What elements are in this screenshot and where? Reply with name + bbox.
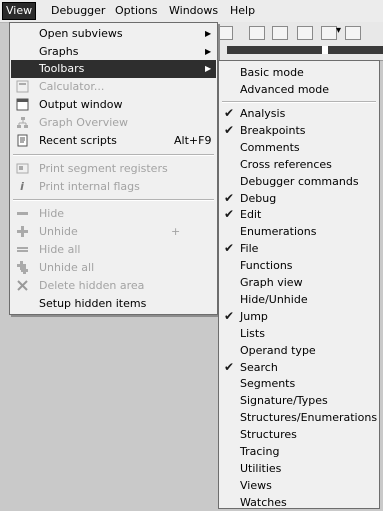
- toolbar-icon[interactable]: [345, 26, 361, 40]
- toolbar-icon[interactable]: [217, 26, 233, 40]
- menu-item-toolbar[interactable]: ✔ Search: [220, 359, 378, 376]
- toolbar-dark-band: [227, 46, 383, 54]
- menu-item-toolbar[interactable]: Functions: [220, 257, 378, 274]
- toolbar-strip: ▾: [215, 22, 383, 61]
- menu-item-toolbar[interactable]: Views: [220, 477, 378, 494]
- checkmark-icon: ✔: [224, 359, 235, 374]
- menu-item-toolbar[interactable]: Signature/Types: [220, 392, 378, 409]
- menu-item-unhide-all[interactable]: Unhide all: [11, 259, 216, 277]
- menu-item-delete-hidden-area[interactable]: Delete hidden area: [11, 277, 216, 295]
- menu-item-basic-mode[interactable]: Basic mode: [220, 64, 378, 81]
- menu-item-graphs[interactable]: Graphs ▶: [11, 43, 216, 61]
- menu-item-toolbar[interactable]: Debugger commands: [220, 173, 378, 190]
- menu-item-toolbar[interactable]: Structures/Enumerations: [220, 409, 378, 426]
- toolbar-icon[interactable]: [249, 26, 265, 40]
- chevron-down-icon[interactable]: ▾: [336, 25, 341, 36]
- view-menu: Open subviews ▶ Graphs ▶ Toolbars ▶ Calc…: [9, 22, 218, 315]
- checkmark-icon: ✔: [224, 122, 235, 137]
- menu-separator: [13, 199, 214, 201]
- graph-overview-icon: [15, 116, 29, 130]
- menu-item-print-internal-flags[interactable]: i Print internal flags: [11, 178, 216, 196]
- menu-separator: [222, 101, 376, 103]
- recent-scripts-icon: [15, 134, 29, 148]
- menu-item-toolbar[interactable]: ✔ Analysis: [220, 105, 378, 122]
- menu-options[interactable]: Options: [112, 3, 160, 19]
- menu-item-toolbar[interactable]: ✔ Breakpoints: [220, 122, 378, 139]
- menu-item-toolbar[interactable]: Structures: [220, 426, 378, 443]
- menu-item-hide-all[interactable]: Hide all: [11, 241, 216, 259]
- menu-item-toolbars[interactable]: Toolbars ▶: [11, 60, 216, 78]
- toolbars-submenu: Basic mode Advanced mode ✔ Analysis ✔ Break…: [218, 60, 380, 509]
- checkmark-icon: ✔: [224, 308, 235, 323]
- menu-item-toolbar[interactable]: Graph view: [220, 274, 378, 291]
- menu-item-hide[interactable]: Hide: [11, 205, 216, 223]
- menu-debugger[interactable]: Debugger: [48, 3, 108, 19]
- unhide-all-icon: [15, 261, 29, 275]
- menu-item-toolbar[interactable]: Comments: [220, 139, 378, 156]
- print-segment-registers-icon: [15, 162, 29, 176]
- submenu-arrow-icon: ▶: [205, 47, 212, 56]
- toolbar-icon[interactable]: [321, 26, 337, 40]
- hide-icon: [15, 207, 29, 221]
- menu-item-output-window[interactable]: Output window: [11, 96, 216, 114]
- menu-item-recent-scripts[interactable]: Recent scripts Alt+F9: [11, 132, 216, 150]
- menu-windows[interactable]: Windows: [166, 3, 221, 19]
- checkmark-icon: ✔: [224, 241, 235, 256]
- menu-item-toolbar[interactable]: Utilities: [220, 460, 378, 477]
- toolbar-icon[interactable]: [272, 26, 288, 40]
- checkmark-icon: ✔: [224, 207, 235, 222]
- checkmark-icon: ✔: [224, 106, 235, 120]
- menu-help[interactable]: Help: [227, 3, 258, 19]
- menu-item-unhide[interactable]: Unhide +: [11, 223, 216, 241]
- toolbar-icon[interactable]: [297, 26, 313, 40]
- menu-item-toolbar[interactable]: Enumerations: [220, 223, 378, 240]
- menu-item-print-segment-registers[interactable]: Print segment registers: [11, 160, 216, 178]
- delete-icon: [15, 279, 29, 293]
- menu-item-open-subviews[interactable]: Open subviews ▶: [11, 25, 216, 43]
- menu-item-toolbar[interactable]: Hide/Unhide: [220, 291, 378, 308]
- menu-item-advanced-mode[interactable]: Advanced mode: [220, 81, 378, 98]
- submenu-arrow-icon: ▶: [205, 64, 212, 73]
- submenu-arrow-icon: ▶: [205, 29, 212, 38]
- menu-item-toolbar[interactable]: Cross references: [220, 156, 378, 173]
- menu-item-toolbar[interactable]: Operand type: [220, 342, 378, 359]
- menu-item-graph-overview[interactable]: Graph Overview: [11, 114, 216, 132]
- menu-item-calculator[interactable]: Calculator...: [11, 78, 216, 96]
- menu-view[interactable]: View: [2, 2, 37, 20]
- menu-bar: View Debugger Options Windows Help: [0, 0, 383, 23]
- unhide-icon: [15, 225, 29, 239]
- menu-item-toolbar[interactable]: ✔ File: [220, 240, 378, 257]
- menu-item-toolbar[interactable]: Lists: [220, 325, 378, 342]
- output-window-icon: [15, 98, 29, 112]
- menu-item-toolbar[interactable]: ✔ Jump: [220, 308, 378, 325]
- menu-item-toolbar[interactable]: ✔ Debug: [220, 190, 378, 207]
- menu-item-toolbar[interactable]: Watches: [220, 494, 378, 511]
- menu-item-toolbar[interactable]: ✔ Edit: [220, 206, 378, 223]
- menu-item-toolbar[interactable]: Tracing: [220, 443, 378, 460]
- print-internal-flags-icon: i: [20, 180, 24, 193]
- toolbar-marker: [322, 46, 328, 54]
- menu-item-setup-hidden-items[interactable]: Setup hidden items: [11, 295, 216, 313]
- menu-separator: [13, 154, 214, 156]
- menu-item-toolbar[interactable]: Segments: [220, 375, 378, 392]
- checkmark-icon: ✔: [224, 190, 235, 205]
- hide-all-icon: [15, 243, 29, 257]
- calculator-icon: [15, 80, 29, 94]
